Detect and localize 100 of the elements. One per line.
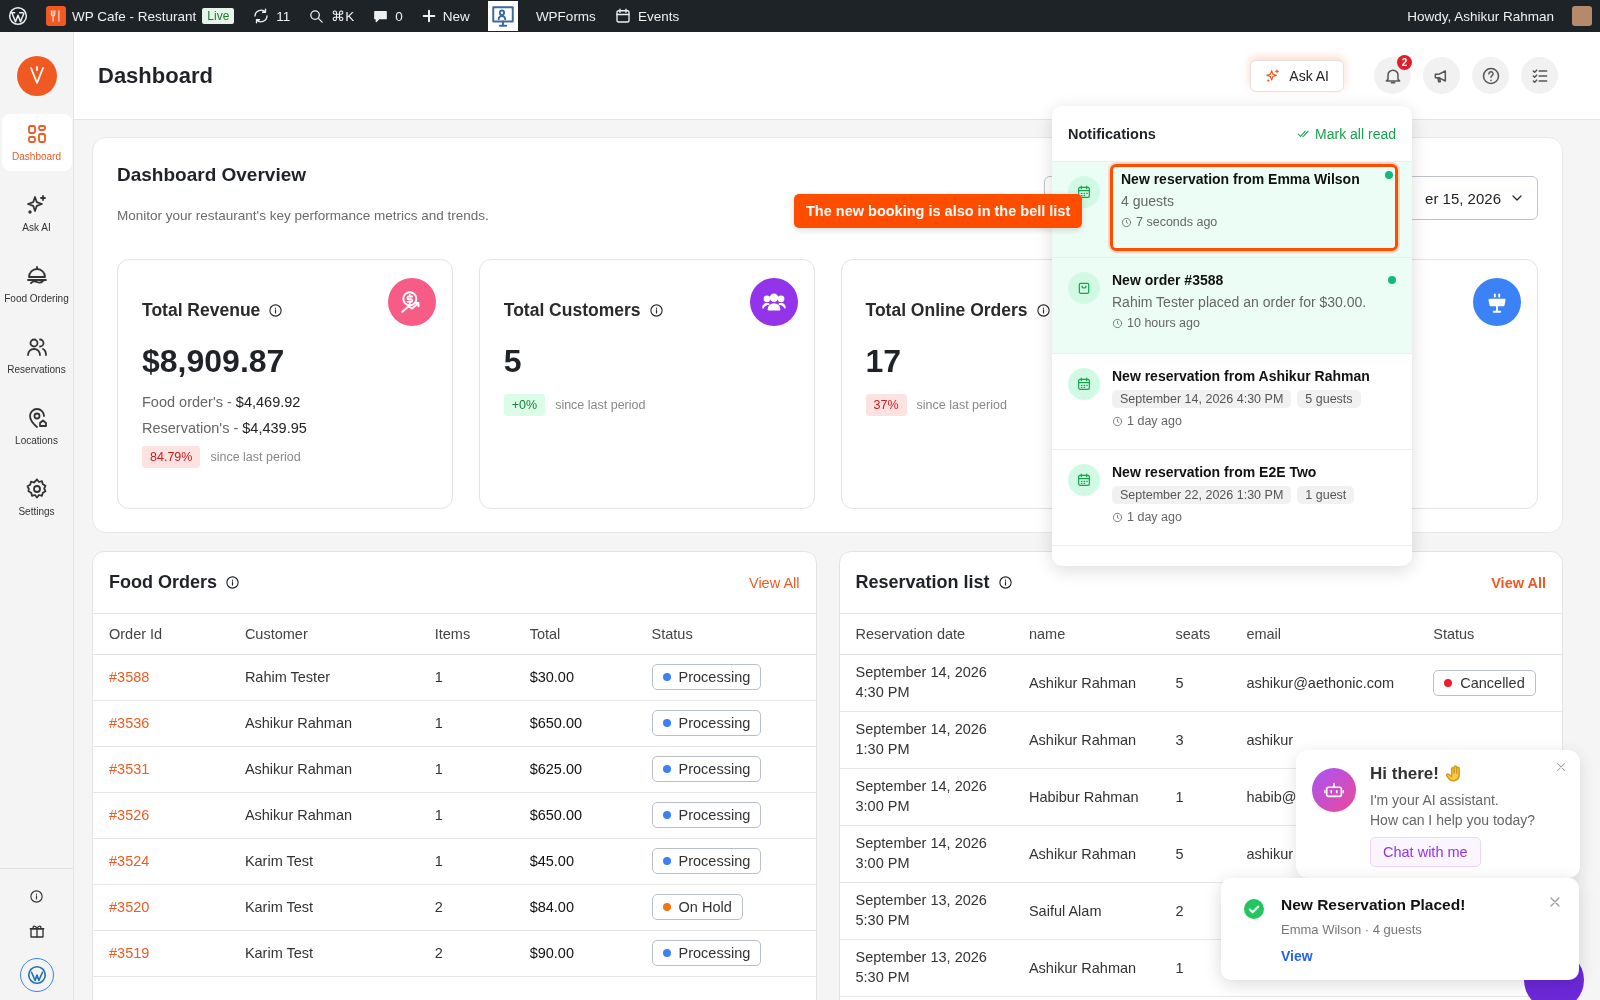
sidebar-item[interactable]: Food Ordering: [1, 256, 72, 313]
notification-time: 1 day ago: [1127, 510, 1182, 524]
reservation-date: September 14, 2026: [855, 662, 988, 682]
table-cell: Habibur Rahman: [1028, 788, 1139, 805]
table-cell: $45.00: [529, 853, 574, 869]
search-link[interactable]: ⌘K: [308, 7, 355, 25]
info-icon: [648, 303, 664, 318]
notification-detail: Rahim Tester placed an order for $30.00.: [1112, 294, 1368, 310]
greeting-link[interactable]: Howdy, Ashikur Rahman: [1407, 8, 1554, 24]
status-badge: Processing: [651, 848, 762, 874]
assistant-message: I'm your AI assistant. How can I help you today?: [1370, 791, 1535, 831]
close-button[interactable]: [1554, 760, 1568, 774]
events-link[interactable]: Events: [613, 7, 680, 25]
column-header: Customer: [228, 614, 419, 654]
status-badge: Processing: [651, 664, 762, 690]
chat-button[interactable]: Chat with me: [1370, 836, 1481, 867]
reservation-date: September 14, 2026: [855, 776, 988, 796]
sidebar-item[interactable]: Settings: [1, 469, 72, 526]
wordpress-icon: [8, 6, 28, 26]
live-badge: Live: [202, 8, 235, 24]
monitor-icon[interactable]: [487, 1, 518, 31]
stat-breakdown: Food order's - $4,469.92: [142, 394, 302, 410]
updates-link[interactable]: 11: [252, 7, 291, 25]
notification-title: New reservation from E2E Two: [1112, 464, 1318, 480]
info-icon: [997, 575, 1013, 590]
table-cell: $90.00: [529, 945, 574, 961]
comments-link[interactable]: 0: [372, 7, 403, 25]
announcements-button[interactable]: [1423, 57, 1460, 94]
clock-icon: [1121, 216, 1132, 228]
calendar-icon: [1076, 184, 1092, 200]
wordpress-icon: [25, 964, 48, 986]
reservation-date: September 13, 2026: [855, 947, 988, 967]
clock-icon: [1112, 511, 1123, 523]
notification-chip: September 14, 2026 4:30 PM: [1112, 390, 1292, 408]
table-cell: $650.00: [529, 715, 583, 731]
notification-chip: 5 guests: [1297, 390, 1361, 408]
table-cell: ashikur: [1246, 845, 1294, 862]
view-link[interactable]: View: [1281, 948, 1313, 964]
change-badge: 84.79%: [142, 446, 201, 468]
wpforms-link[interactable]: WPForms: [535, 8, 596, 24]
sidebar-item[interactable]: Dashboard: [1, 114, 72, 171]
column-header: seats: [1159, 614, 1231, 654]
reservation-time: 1:30 PM: [855, 739, 911, 759]
help-button[interactable]: [1472, 57, 1509, 94]
unread-dot: [1385, 171, 1393, 179]
table-cell: 1: [1175, 788, 1184, 805]
close-icon: [1554, 760, 1568, 774]
table-cell: Ashikur Rahman: [1028, 959, 1137, 976]
sidebar-item[interactable]: Reservations: [1, 327, 72, 384]
table-cell: 2: [434, 899, 443, 915]
table-cell: $84.00: [529, 899, 574, 915]
status-badge: Processing: [651, 802, 762, 828]
table-cell: Ashikur Rahman: [1028, 845, 1137, 862]
info-icon: [1035, 303, 1051, 318]
new-link[interactable]: New: [420, 8, 470, 24]
reservation-time: 5:30 PM: [855, 967, 911, 987]
table-cell: 5: [1175, 845, 1184, 862]
refresh-icon: [252, 7, 271, 25]
column-header: Order Id: [93, 614, 229, 654]
monitor-user-icon: [489, 3, 516, 29]
notification-time: 1 day ago: [1127, 414, 1182, 428]
table-cell: ashikur@aethonic.com: [1246, 674, 1395, 691]
card-title: Reservation list: [855, 572, 990, 593]
column-header: Total: [513, 614, 636, 654]
help-icon: [1480, 65, 1501, 86]
callout-tooltip: The new booking is also in the bell list: [794, 194, 1083, 228]
table-cell: 1: [434, 853, 443, 869]
notification-item[interactable]: New reservation from E2E Two September 22, 2026 1:30 PM 1 guest 1 day ago: [1052, 450, 1412, 546]
toast-title: New Reservation Placed!: [1281, 896, 1466, 914]
reservation-date: September 14, 2026: [855, 833, 988, 853]
card-title: Food Orders: [109, 572, 217, 593]
table-cell: Karim Test: [244, 945, 314, 961]
overview-title: Dashboard Overview: [117, 164, 308, 186]
sidebar-item[interactable]: Ask AI: [1, 185, 72, 242]
notification-item[interactable]: New reservation from Ashikur Rahman September 14, 2026 4:30 PM 5 guests 1 day ago: [1052, 354, 1412, 450]
table-cell: 5: [1175, 674, 1184, 691]
table-cell: Ashikur Rahman: [244, 807, 353, 823]
notification-chip: September 22, 2026 1:30 PM: [1112, 486, 1292, 504]
change-note: since last period: [916, 398, 1007, 412]
site-name-link[interactable]: WP Cafe - Resturant: [72, 8, 197, 24]
table-cell: Ashikur Rahman: [1028, 674, 1137, 691]
change-badge: +0%: [503, 394, 546, 416]
table-cell: 1: [434, 761, 443, 777]
notification-item[interactable]: New order #3588 Rahim Tester placed an order for $30.00. 10 hours ago: [1052, 258, 1412, 354]
ask-ai-button[interactable]: Ask AI: [1250, 59, 1344, 92]
table-cell: 2: [1175, 902, 1184, 919]
sidebar-item[interactable]: Locations: [1, 398, 72, 455]
table-cell: $650.00: [529, 807, 583, 823]
app-logo-icon[interactable]: [16, 56, 57, 96]
table-cell: 1: [434, 807, 443, 823]
notification-title: New order #3588: [1112, 272, 1225, 288]
status-badge: Cancelled: [1433, 669, 1536, 696]
checklist-button[interactable]: [1521, 57, 1558, 94]
notifications-button[interactable]: 2: [1374, 57, 1411, 94]
reservation-date: September 13, 2026: [855, 890, 988, 910]
notification-time: 10 hours ago: [1127, 316, 1200, 330]
table-cell: $625.00: [529, 761, 583, 777]
table-cell: Rahim Tester: [244, 669, 331, 685]
column-header: Status: [635, 614, 816, 654]
status-badge: On Hold: [651, 894, 743, 920]
